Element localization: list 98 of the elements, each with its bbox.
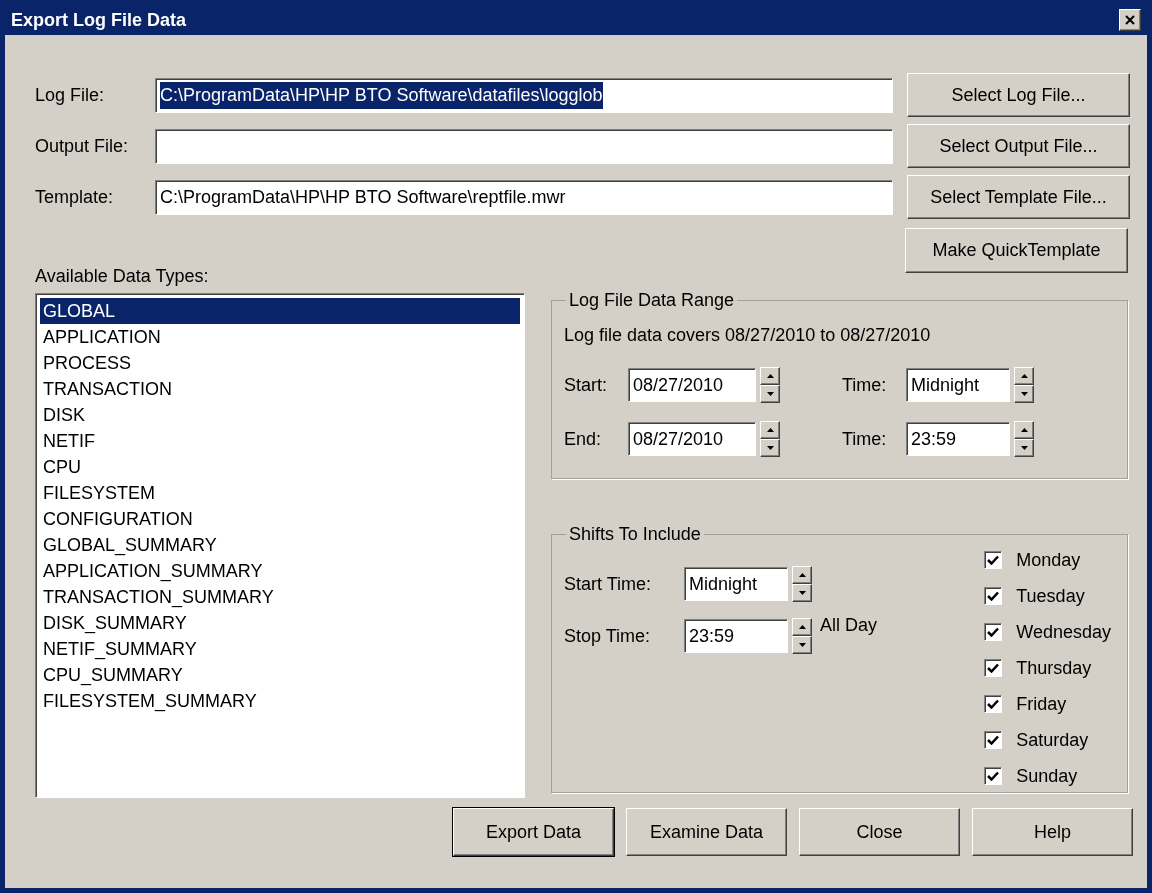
list-item[interactable]: GLOBAL: [40, 298, 520, 324]
spin-down-button[interactable]: [760, 385, 780, 403]
list-item[interactable]: GLOBAL_SUMMARY: [40, 532, 520, 558]
select-file-button[interactable]: Select Output File...: [907, 124, 1130, 168]
time-label: Time:: [842, 373, 888, 397]
field-label: Output File:: [35, 134, 130, 158]
day-checkbox[interactable]: [984, 695, 1003, 713]
quick-template-button[interactable]: Make QuickTemplate: [905, 228, 1128, 273]
caret-down-icon: [1020, 446, 1028, 450]
spin-up-button[interactable]: [1014, 421, 1034, 439]
day-checkbox[interactable]: [984, 587, 1003, 605]
spin-up-button[interactable]: [760, 421, 780, 439]
spin-field[interactable]: 23:59: [684, 619, 788, 653]
list-item[interactable]: NETIF: [40, 428, 520, 454]
day-label: Sunday: [1016, 764, 1078, 788]
spin-down-button[interactable]: [1014, 385, 1034, 403]
caret-up-icon: [766, 428, 774, 432]
list-item[interactable]: DISK_SUMMARY: [40, 610, 520, 636]
day-checkbox[interactable]: [984, 731, 1003, 749]
spin-up-button[interactable]: [792, 566, 812, 584]
coverage-text: Log file data covers 08/27/2010 to 08/27/2010: [564, 324, 932, 347]
list-item[interactable]: FILESYSTEM_SUMMARY: [40, 688, 520, 714]
input-field[interactable]: C:\ProgramData\HP\HP BTO Software\datafiles\logglob: [155, 77, 893, 113]
time-label: Stop Time:: [564, 624, 652, 648]
spin-down-button[interactable]: [792, 584, 812, 602]
caret-down-icon: [798, 643, 806, 647]
list-item[interactable]: NETIF_SUMMARY: [40, 636, 520, 662]
spin-down-button[interactable]: [792, 636, 812, 654]
caret-down-icon: [766, 446, 774, 450]
caret-up-icon: [1020, 374, 1028, 378]
spin-up-button[interactable]: [792, 618, 812, 636]
list-item[interactable]: PROCESS: [40, 350, 520, 376]
day-label: Friday: [1016, 692, 1067, 716]
list-item[interactable]: CPU_SUMMARY: [40, 662, 520, 688]
caret-up-icon: [798, 573, 806, 577]
select-file-button[interactable]: Select Log File...: [907, 73, 1130, 117]
list-item[interactable]: APPLICATION_SUMMARY: [40, 558, 520, 584]
list-label: Available Data Types:: [35, 265, 210, 287]
time-label: Start Time:: [564, 572, 653, 596]
input-field[interactable]: [155, 128, 893, 164]
window-title: Export Log File Data: [11, 8, 187, 32]
list-item[interactable]: TRANSACTION_SUMMARY: [40, 584, 520, 610]
data-type-list[interactable]: GLOBAL APPLICATION PROCESS TRANSACTION DISK NETIF CPU FILESYSTEM CONFIGURATION GLOBAL_SUMMARY APPLICATION_SUMMARY TRANSACTION_SUMMARY DISK_SUMMARY NETIF_SUMMARY CPU_SUMMARY FILESYSTEM_SUMMARY: [35, 293, 525, 798]
list-item[interactable]: DISK: [40, 402, 520, 428]
check-icon: [987, 627, 1000, 637]
caret-down-icon: [798, 591, 806, 595]
dialog-button[interactable]: Close: [799, 808, 960, 856]
caret-up-icon: [766, 374, 774, 378]
spin-field[interactable]: 23:59: [906, 422, 1010, 456]
dialog-button[interactable]: Export Data: [453, 808, 614, 856]
spin-down-button[interactable]: [1014, 439, 1034, 457]
group-title: Shifts To Include: [568, 523, 702, 546]
field-label: Log File:: [35, 83, 106, 107]
list-item[interactable]: CPU: [40, 454, 520, 480]
date-label: Start:: [564, 373, 608, 397]
check-icon: [987, 771, 1000, 781]
day-label: Tuesday: [1016, 584, 1085, 608]
spin-up-button[interactable]: [760, 367, 780, 385]
spin-field[interactable]: 08/27/2010: [628, 368, 756, 402]
spin-field[interactable]: Midnight: [684, 567, 788, 601]
check-icon: [987, 663, 1000, 673]
caret-up-icon: [798, 625, 806, 629]
list-item[interactable]: CONFIGURATION: [40, 506, 520, 532]
dialog-button[interactable]: Examine Data: [626, 808, 787, 856]
field-value: C:\ProgramData\HP\HP BTO Software\datafiles\logglob: [160, 81, 603, 109]
day-checkbox[interactable]: [984, 767, 1003, 785]
select-file-button[interactable]: Select Template File...: [907, 175, 1130, 219]
date-label: End:: [564, 427, 603, 451]
day-checkbox[interactable]: [984, 659, 1003, 677]
field-label: Template:: [35, 185, 115, 209]
spin-field[interactable]: Midnight: [906, 368, 1010, 402]
caret-down-icon: [1020, 392, 1028, 396]
shift-summary: All Day: [820, 614, 877, 636]
field-value: C:\ProgramData\HP\HP BTO Software\reptfile.mwr: [160, 185, 566, 209]
dialog-button[interactable]: Help: [972, 808, 1133, 856]
check-icon: [987, 591, 1000, 601]
check-icon: [987, 699, 1000, 709]
day-label: Thursday: [1016, 656, 1092, 680]
input-field[interactable]: C:\ProgramData\HP\HP BTO Software\reptfile.mwr: [155, 179, 893, 215]
day-label: Saturday: [1016, 728, 1089, 752]
day-label: Wednesday: [1016, 620, 1111, 644]
check-icon: [987, 735, 1000, 745]
list-item[interactable]: TRANSACTION: [40, 376, 520, 402]
group-title: Log File Data Range: [568, 289, 736, 312]
list-item[interactable]: FILESYSTEM: [40, 480, 520, 506]
spin-field[interactable]: 08/27/2010: [628, 422, 756, 456]
close-button[interactable]: [1119, 9, 1141, 31]
close-icon: [1125, 15, 1135, 25]
time-label: Time:: [842, 427, 888, 451]
day-label: Monday: [1016, 548, 1081, 572]
list-item[interactable]: APPLICATION: [40, 324, 520, 350]
day-checkbox[interactable]: [984, 551, 1003, 569]
spin-down-button[interactable]: [760, 439, 780, 457]
day-checkbox[interactable]: [984, 623, 1003, 641]
spin-up-button[interactable]: [1014, 367, 1034, 385]
caret-down-icon: [766, 392, 774, 396]
caret-up-icon: [1020, 428, 1028, 432]
check-icon: [987, 555, 1000, 565]
